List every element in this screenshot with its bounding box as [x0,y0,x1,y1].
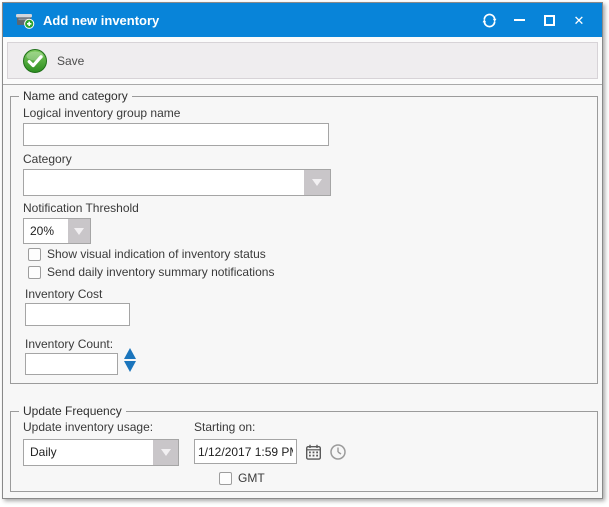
group-name-label: Logical inventory group name [23,106,180,120]
threshold-label: Notification Threshold [23,201,139,215]
inventory-count-input[interactable] [25,353,118,375]
green-check-circle-icon [22,48,48,74]
starting-on-label: Starting on: [194,420,255,434]
usage-label: Update inventory usage: [23,420,153,434]
starting-on-input[interactable] [194,439,297,464]
toolbar: Save [3,37,602,85]
visual-indication-label: Show visual indication of inventory stat… [47,247,266,261]
category-combobox[interactable] [23,169,331,196]
usage-dropdown-button[interactable] [153,440,178,465]
chevron-down-icon [74,228,84,235]
visual-indication-checkbox[interactable] [28,248,41,261]
group-update-frequency-legend: Update Frequency [19,404,126,419]
group-name-input[interactable] [23,123,329,146]
refresh-button[interactable] [474,7,504,33]
inventory-add-icon [15,10,35,30]
save-button-label: Save [57,54,84,68]
minimize-button[interactable] [504,7,534,33]
toolbar-panel: Save [7,42,598,79]
usage-combobox-value: Daily [24,440,153,465]
maximize-button[interactable] [534,7,564,33]
titlebar: Add new inventory ✕ [3,3,602,37]
group-name-and-category: Name and category Logical inventory grou… [10,96,598,384]
gmt-checkbox[interactable] [219,472,232,485]
close-button[interactable]: ✕ [564,7,594,33]
gmt-label: GMT [238,471,265,485]
inventory-count-label: Inventory Count: [25,337,113,351]
inventory-cost-label: Inventory Cost [25,287,102,301]
count-spinner[interactable] [124,348,136,372]
daily-summary-checkbox[interactable] [28,266,41,279]
usage-combobox[interactable]: Daily [23,439,179,466]
spinner-down-icon[interactable] [124,361,136,372]
calendar-picker-button[interactable] [303,442,323,462]
window-title: Add new inventory [43,13,474,28]
threshold-combobox-value: 20% [24,219,68,243]
content-area: Name and category Logical inventory grou… [3,85,602,498]
dialog-window: Add new inventory ✕ [2,2,603,499]
spinner-up-icon[interactable] [124,348,136,359]
threshold-dropdown-button[interactable] [68,219,90,243]
gmt-checkbox-row: GMT [219,471,265,485]
category-label: Category [23,152,72,166]
calendar-icon [305,444,322,461]
chevron-down-icon [312,179,322,186]
inventory-cost-input[interactable] [25,303,130,326]
category-combobox-value [24,170,304,195]
minimize-icon [514,19,525,21]
time-picker-button[interactable] [328,442,348,462]
maximize-icon [544,15,555,26]
refresh-icon [482,13,497,28]
category-dropdown-button[interactable] [304,170,330,195]
visual-indication-checkbox-row: Show visual indication of inventory stat… [28,247,266,261]
threshold-combobox[interactable]: 20% [23,218,91,244]
clock-icon [329,443,347,461]
save-button[interactable]: Save [12,44,94,77]
group-name-and-category-legend: Name and category [19,89,132,104]
group-update-frequency: Update Frequency Update inventory usage:… [10,411,598,492]
daily-summary-checkbox-row: Send daily inventory summary notificatio… [28,265,274,279]
chevron-down-icon [161,449,171,456]
daily-summary-label: Send daily inventory summary notificatio… [47,265,274,279]
close-icon: ✕ [574,14,585,27]
